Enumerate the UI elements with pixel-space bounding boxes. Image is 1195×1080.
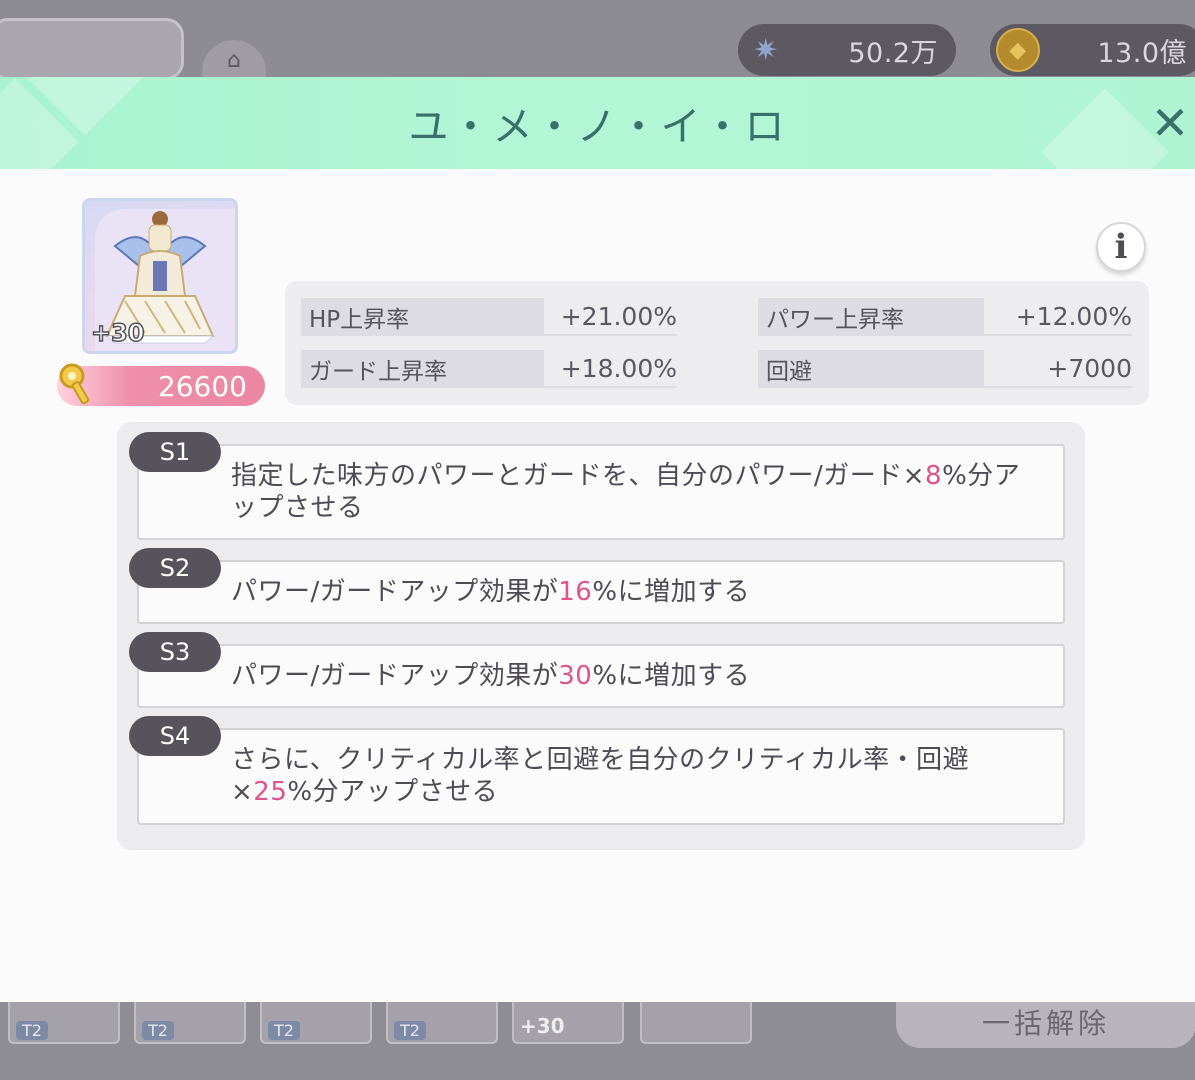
skill-tag: S1 [129, 432, 221, 472]
skill-text-post: %分アップさせる [287, 777, 499, 807]
plus-level-label: +30 [520, 1014, 565, 1038]
bg-card-thumb[interactable]: +30 [512, 1000, 624, 1044]
close-button[interactable]: ✕ [1145, 96, 1195, 150]
skill-highlight-value: 8 [925, 461, 943, 491]
skill-tag: S4 [129, 716, 221, 756]
modal-header: ユ・メ・ノ・イ・ロ ✕ [0, 77, 1195, 169]
home-icon[interactable]: ⌂ [202, 40, 266, 80]
skill-row-s3: S3 パワー/ガードアップ効果が30%に増加する [129, 632, 1065, 708]
coin-counter: ◆ 13.0億 [990, 24, 1195, 76]
tier-badge: T2 [16, 1021, 48, 1040]
background-panel [0, 18, 184, 80]
bg-card-thumb[interactable] [640, 1000, 752, 1044]
star-crystal-icon: ✷ [753, 32, 779, 68]
card-plus-level: +30 [90, 318, 145, 348]
stat-label-hp: HP上昇率 [301, 298, 544, 336]
stats-panel: HP上昇率 +21.00% パワー上昇率 +12.00% ガード上昇率 +18.… [285, 281, 1149, 405]
coin-value: 13.0億 [1097, 37, 1187, 69]
skill-text-post: %に増加する [592, 661, 751, 691]
skill-text-pre: パワー/ガードアップ効果が [231, 577, 559, 607]
skill-text-pre: 指定した味方のパワーとガードを、自分のパワー/ガード× [231, 461, 926, 491]
skill-description: 指定した味方のパワーとガードを、自分のパワー/ガード×8%分アップさせる [231, 460, 1045, 524]
tier-badge: T2 [268, 1021, 300, 1040]
stat-value-hp: +21.00% [544, 298, 677, 336]
price-pill: 26600 [57, 363, 265, 406]
bulk-release-button[interactable]: 一括解除 [896, 1000, 1195, 1048]
stat-label-evasion: 回避 [758, 350, 984, 388]
stat-value-guard: +18.00% [544, 350, 677, 388]
skill-highlight-value: 25 [253, 777, 288, 807]
gold-coin-icon: ◆ [996, 28, 1040, 72]
star-crystal-counter: ✷ 50.2万 [738, 24, 956, 76]
key-icon [59, 363, 90, 405]
stat-value-power: +12.00% [984, 298, 1132, 336]
item-card-image: +30 [82, 198, 238, 354]
skill-tag: S2 [129, 548, 221, 588]
bg-card-thumb[interactable]: T2 [260, 1000, 372, 1044]
skill-highlight-value: 30 [558, 661, 593, 691]
tier-badge: T2 [394, 1021, 426, 1040]
skill-text-pre: パワー/ガードアップ効果が [231, 661, 559, 691]
item-detail-modal: ユ・メ・ノ・イ・ロ ✕ +30 26600 i HP上昇率 +21.00% パワ… [0, 77, 1195, 1002]
stat-label-guard: ガード上昇率 [301, 350, 544, 388]
skill-row-s1: S1 指定した味方のパワーとガードを、自分のパワー/ガード×8%分アップさせる [129, 432, 1065, 540]
skill-description: パワー/ガードアップ効果が16%に増加する [231, 576, 1045, 608]
bg-card-thumb[interactable]: T2 [386, 1000, 498, 1044]
stat-value-evasion: +7000 [984, 350, 1132, 388]
star-crystal-value: 50.2万 [848, 37, 938, 69]
skill-text-post: %に増加する [592, 577, 751, 607]
skill-highlight-value: 16 [558, 577, 593, 607]
info-button[interactable]: i [1096, 222, 1146, 272]
skill-description: さらに、クリティカル率と回避を自分のクリティカル率・回避×25%分アップさせる [231, 744, 1045, 808]
skill-row-s2: S2 パワー/ガードアップ効果が16%に増加する [129, 548, 1065, 624]
skill-row-s4: S4 さらに、クリティカル率と回避を自分のクリティカル率・回避×25%分アップさ… [129, 716, 1065, 825]
tier-badge: T2 [142, 1021, 174, 1040]
bg-card-thumb[interactable]: T2 [8, 1000, 120, 1044]
modal-title: ユ・メ・ノ・イ・ロ [408, 104, 787, 150]
price-value: 26600 [157, 369, 247, 403]
stat-label-power: パワー上昇率 [758, 298, 984, 336]
bg-card-thumb[interactable]: T2 [134, 1000, 246, 1044]
skill-tag: S3 [129, 632, 221, 672]
skill-description: パワー/ガードアップ効果が30%に増加する [231, 660, 1045, 692]
